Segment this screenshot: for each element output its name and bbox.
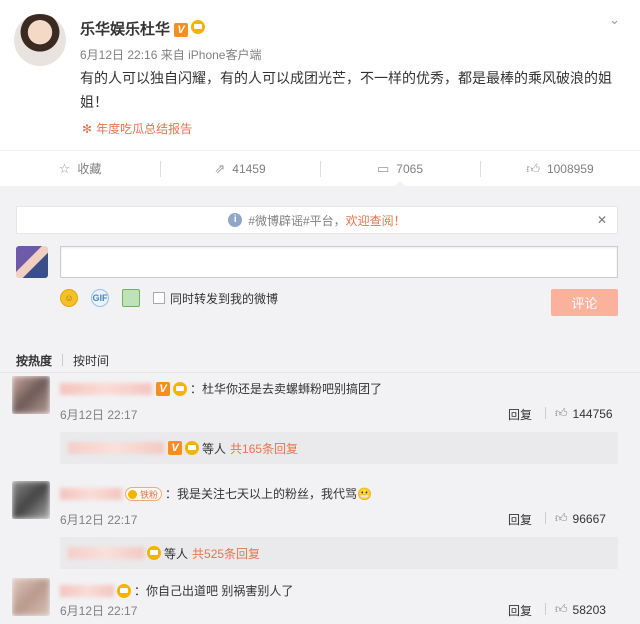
vip-crown-icon (191, 20, 206, 34)
sort-by-time[interactable]: 按时间 (73, 352, 109, 369)
source-prefix: 来自 (160, 48, 185, 62)
my-avatar[interactable] (16, 246, 48, 278)
submit-comment-button[interactable]: 评论 (551, 289, 618, 316)
sub-replies-total[interactable]: 共165条回复 (230, 440, 298, 457)
comment-like-button[interactable]: 👍︎ 96667 (555, 511, 606, 526)
annual-report-label[interactable]: 年度吃瓜总结报告 (96, 122, 192, 136)
comment-count: 7065 (396, 161, 423, 176)
notice-link[interactable]: 欢迎查阅！ (346, 212, 406, 229)
emoji-icon[interactable]: ☺ (60, 289, 78, 307)
comment-button[interactable]: ▭ 7065 (320, 151, 480, 187)
repost-button[interactable]: ⇗ 41459 (160, 151, 320, 186)
comment-sort: 按热度 按时间 (16, 352, 109, 369)
comment-input[interactable] (60, 246, 618, 278)
action-divider (545, 512, 546, 524)
comment-time: 6月12日 22:17 (60, 604, 138, 618)
repost-checkbox-label[interactable]: 同时转发到我的微博 (170, 290, 278, 307)
comment-text: ：我是关注七天以上的粉丝，我代骂😬 (165, 487, 372, 501)
sub-replies-bar[interactable]: 等人 共525条回复 (60, 537, 618, 569)
comment-time: 6月12日 22:17 (60, 408, 138, 422)
author-name[interactable]: 乐华娱乐杜华 V (80, 18, 206, 39)
favorite-button[interactable]: ☆ 收藏 (0, 151, 160, 186)
like-icon: 👍︎ (555, 602, 568, 616)
comment-author: ：你自己出道吧 别祸害别人了 (60, 582, 293, 599)
sub-replies-suffix: 等人 (164, 546, 189, 561)
notice-tag[interactable]: #微博辟谣#平台， (248, 212, 345, 229)
sub-replies-bar[interactable]: V 等人 共165条回复 (60, 432, 618, 464)
comment-like-count: 58203 (572, 602, 606, 617)
action-divider (545, 603, 546, 615)
like-icon: 👍︎ (526, 160, 540, 176)
comment-icon: ▭ (377, 160, 390, 176)
comment-like-button[interactable]: 👍︎ 144756 (555, 406, 613, 421)
sub-reply-name-blurred (68, 442, 164, 454)
vip-crown-icon (117, 583, 131, 598)
comment-time: 6月12日 22:17 (60, 513, 138, 527)
commenter-name-blurred[interactable] (60, 584, 114, 597)
commenter-name-blurred[interactable] (60, 382, 152, 395)
vip-crown-icon (185, 441, 199, 455)
star-icon: ☆ (58, 160, 71, 176)
sparkle-icon: ✻ (82, 122, 93, 136)
post-meta: 6月12日 22:16 来自 iPhone客户端 (80, 46, 261, 63)
comment-section: i #微博辟谣#平台， 欢迎查阅！ ✕ ☺ GIF 同时转发到我的微博 评论 按… (0, 186, 640, 624)
post-action-bar: ☆ 收藏 ⇗ 41459 ▭ 7065 👍︎ 1008959 (0, 150, 640, 187)
post-text: 有的人可以独自闪耀，有的人可以成团光芒，不一样的优秀，都是最棒的乘风破浪的姐姐！ (80, 70, 612, 110)
divider (0, 372, 640, 373)
avatar-blur (12, 578, 50, 616)
sort-by-hot[interactable]: 按热度 (16, 352, 52, 369)
comment-like-count: 144756 (572, 406, 613, 421)
comment-like-button[interactable]: 👍︎ 58203 (555, 602, 606, 617)
image-icon[interactable] (122, 289, 140, 307)
post-time[interactable]: 6月12日 22:16 (80, 48, 157, 62)
verified-icon: V (168, 441, 182, 455)
comment-text: ：杜华你还是去卖螺蛳粉吧别搞团了 (190, 382, 383, 396)
comment-like-count: 96667 (572, 511, 606, 526)
avatar-blur (12, 376, 50, 414)
commenter-avatar[interactable] (12, 376, 50, 414)
rumor-notice: i #微博辟谣#平台， 欢迎查阅！ ✕ (16, 206, 618, 234)
commenter-avatar[interactable] (12, 578, 50, 616)
commenter-avatar[interactable] (12, 481, 50, 519)
commenter-name-blurred[interactable] (60, 487, 122, 500)
comment-text: ：你自己出道吧 别祸害别人了 (134, 584, 294, 598)
fan-badge: 铁粉 (125, 486, 163, 501)
vip-crown-icon (147, 546, 161, 560)
avatar-blur (12, 481, 50, 519)
repost-icon: ⇗ (214, 160, 226, 176)
chevron-down-icon[interactable]: ⌄ (609, 12, 620, 28)
like-count: 1008959 (546, 161, 594, 176)
post-source[interactable]: iPhone客户端 (188, 48, 261, 62)
info-icon: i (228, 213, 243, 227)
sub-replies-total[interactable]: 共525条回复 (192, 545, 260, 562)
like-button[interactable]: 👍︎ 1008959 (480, 151, 640, 186)
weibo-post: 乐华娱乐杜华 V ⌄ 6月12日 22:16 来自 iPhone客户端 有的人可以… (0, 0, 640, 150)
sub-reply-name-blurred (68, 547, 144, 559)
sub-replies-suffix: 等人 (202, 441, 227, 456)
like-icon: 👍︎ (555, 406, 568, 420)
repost-checkbox[interactable] (153, 292, 165, 304)
author-avatar[interactable] (14, 14, 66, 66)
vip-crown-icon (173, 381, 187, 396)
comment-author: V ：杜华你还是去卖螺蛳粉吧别搞团了 (60, 380, 382, 397)
verified-icon: V (156, 381, 170, 396)
sort-divider (62, 354, 64, 366)
action-divider (545, 407, 546, 419)
composer-toolbar: ☺ GIF 同时转发到我的微博 (60, 289, 278, 307)
reply-button[interactable]: 回复 (508, 602, 532, 619)
comment-author: 铁粉 ：我是关注七天以上的粉丝，我代骂😬 (60, 485, 372, 502)
like-icon: 👍︎ (555, 511, 568, 525)
reply-button[interactable]: 回复 (508, 511, 532, 528)
favorite-label: 收藏 (77, 162, 102, 176)
annual-report-link[interactable]: ✻ 年度吃瓜总结报告 (82, 120, 192, 137)
reply-button[interactable]: 回复 (508, 406, 532, 423)
verified-icon: V (174, 23, 189, 37)
gif-icon[interactable]: GIF (91, 289, 109, 307)
author-name-text[interactable]: 乐华娱乐杜华 (80, 21, 170, 38)
repost-count: 41459 (232, 161, 266, 176)
close-icon[interactable]: ✕ (597, 213, 607, 227)
